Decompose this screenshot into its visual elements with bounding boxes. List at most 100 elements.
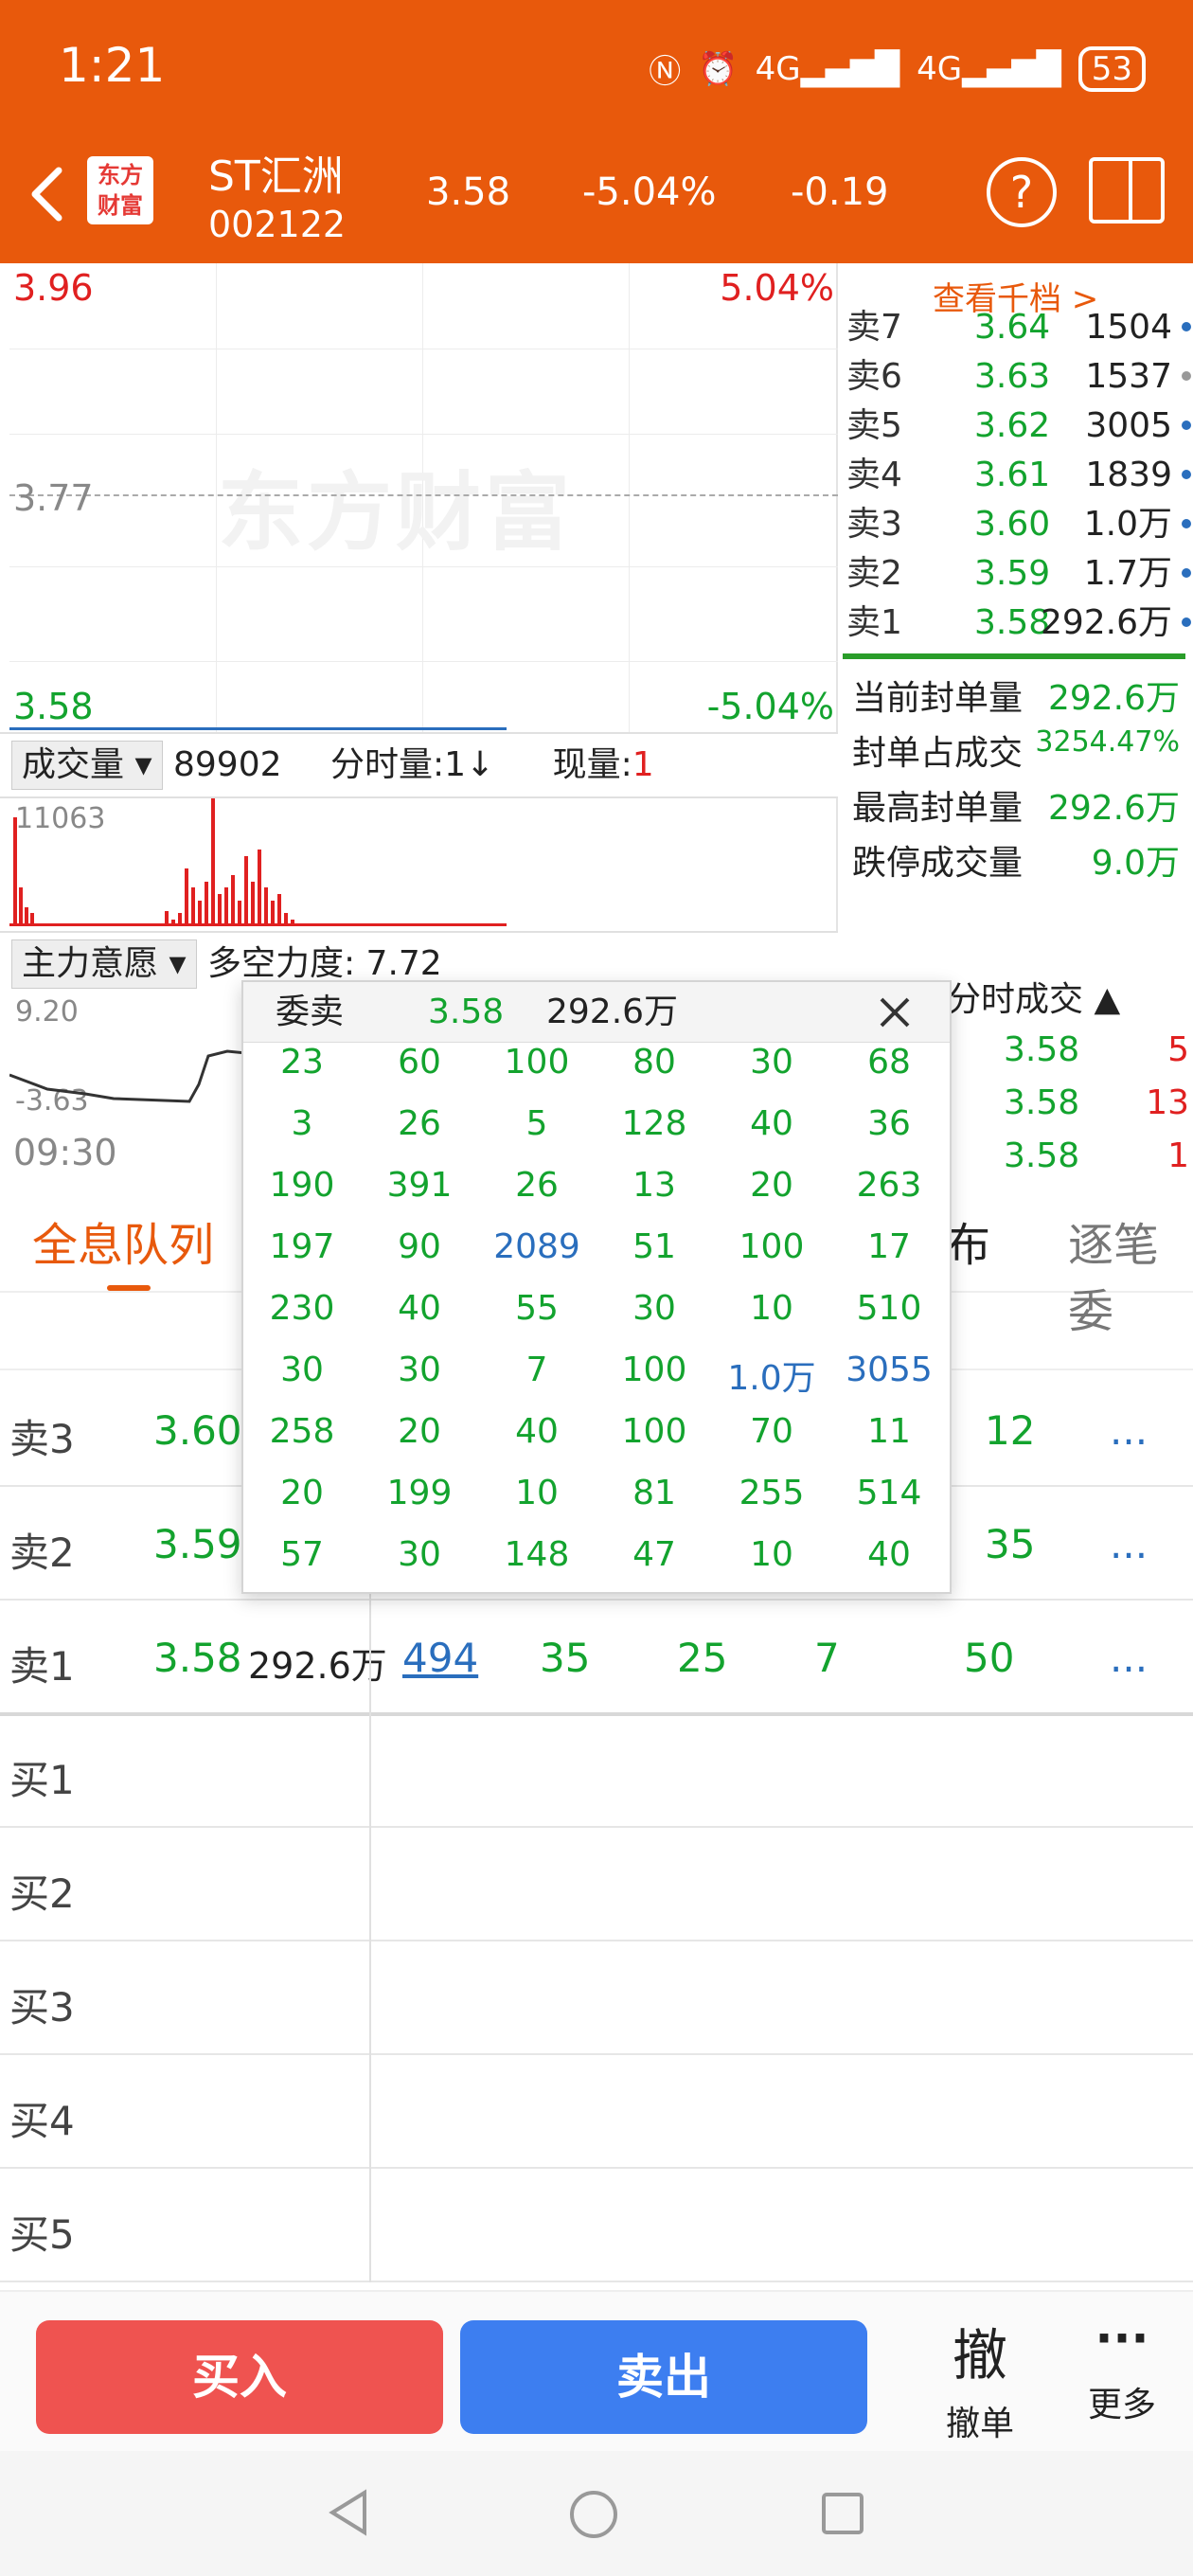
popup-order-size[interactable]: 57: [243, 1535, 361, 1574]
ask-level-row[interactable]: 卖6 3.63 1537: [846, 352, 1191, 402]
fenshi-label[interactable]: 分时量:1↓: [330, 745, 494, 784]
popup-order-size[interactable]: 148: [478, 1535, 596, 1574]
queue-order-size[interactable]: ...: [1110, 1635, 1148, 1681]
queue-bid-row[interactable]: 买2: [0, 1828, 1193, 1941]
queue-bid-row[interactable]: 买4: [0, 2055, 1193, 2169]
cancel-order-button[interactable]: 撤 撤单: [937, 2311, 1023, 2445]
popup-order-size[interactable]: 51: [596, 1227, 713, 1266]
popup-order-size[interactable]: 20: [243, 1474, 361, 1512]
back-arrow-icon[interactable]: [21, 161, 78, 227]
popup-order-size[interactable]: 13: [596, 1166, 713, 1205]
popup-order-size[interactable]: 3: [243, 1104, 361, 1143]
popup-order-size[interactable]: 17: [830, 1227, 948, 1266]
popup-order-size[interactable]: 40: [361, 1289, 478, 1328]
queue-row[interactable]: 卖1 3.58 292.6万 494 35 25 7 50...: [0, 1601, 1193, 1714]
popup-order-size[interactable]: 3055: [830, 1351, 948, 1389]
popup-order-size[interactable]: 391: [361, 1166, 478, 1205]
popup-order-size[interactable]: 40: [830, 1535, 948, 1574]
queue-order-size[interactable]: ...: [1110, 1407, 1148, 1454]
popup-order-size[interactable]: 23: [243, 1043, 361, 1082]
queue-order-size[interactable]: 25: [677, 1635, 727, 1681]
popup-order-size[interactable]: 263: [830, 1166, 948, 1205]
ask-level-row[interactable]: 卖1 3.58 292.6万: [846, 599, 1191, 648]
popup-order-size[interactable]: 510: [830, 1289, 948, 1328]
queue-bid-label: 买2: [9, 1870, 75, 1917]
popup-order-size[interactable]: 55: [478, 1289, 596, 1328]
popup-order-size[interactable]: 128: [596, 1104, 713, 1143]
popup-order-size[interactable]: 100: [478, 1043, 596, 1082]
popup-order-size[interactable]: 1.0万: [713, 1351, 830, 1400]
popup-order-size[interactable]: 80: [596, 1043, 713, 1082]
popup-order-size[interactable]: 20: [713, 1166, 830, 1205]
popup-order-size[interactable]: 26: [478, 1166, 596, 1205]
popup-order-size[interactable]: 10: [478, 1474, 596, 1512]
queue-order-size[interactable]: 35: [540, 1635, 590, 1681]
tab-distribution[interactable]: 布: [945, 1208, 990, 1274]
ask-level-row[interactable]: 卖2 3.59 1.7万: [846, 549, 1191, 599]
popup-order-size[interactable]: 7: [478, 1351, 596, 1389]
popup-order-size[interactable]: 514: [830, 1474, 948, 1512]
queue-bid-row[interactable]: 买5: [0, 2169, 1193, 2282]
ask-level-price: 3.59: [974, 554, 1051, 593]
popup-order-size[interactable]: 5: [478, 1104, 596, 1143]
buy-button[interactable]: 买入: [36, 2320, 443, 2434]
ask-level-row[interactable]: 卖4 3.61 1839: [846, 451, 1191, 500]
popup-order-size[interactable]: 30: [243, 1351, 361, 1389]
stock-name[interactable]: ST汇洲: [208, 142, 344, 203]
popup-order-size[interactable]: 258: [243, 1412, 361, 1451]
popup-order-size[interactable]: 30: [361, 1535, 478, 1574]
prev-close-line: [9, 494, 838, 496]
sell-button[interactable]: 卖出: [460, 2320, 867, 2434]
popup-order-size[interactable]: 30: [713, 1043, 830, 1082]
queue-order-size[interactable]: 12: [985, 1407, 1035, 1454]
status-icons: Ⓝ ⏰ 4G▂▄▆█ 4G▂▄▆█ 53: [649, 45, 1146, 92]
ask-level-row[interactable]: 卖7 3.64 1504: [846, 303, 1191, 352]
more-button[interactable]: ··· 更多: [1079, 2311, 1165, 2426]
popup-order-size[interactable]: 100: [596, 1412, 713, 1451]
popup-order-size[interactable]: 70: [713, 1412, 830, 1451]
popup-order-size[interactable]: 230: [243, 1289, 361, 1328]
popup-order-size[interactable]: 68: [830, 1043, 948, 1082]
popup-order-size[interactable]: 60: [361, 1043, 478, 1082]
popup-order-size[interactable]: 10: [713, 1289, 830, 1328]
ask-level-row[interactable]: 卖3 3.60 1.0万: [846, 500, 1191, 549]
popup-order-size[interactable]: 255: [713, 1474, 830, 1512]
queue-order-size[interactable]: 494: [402, 1635, 478, 1681]
nav-home-icon[interactable]: [568, 2489, 619, 2540]
popup-order-size[interactable]: 81: [596, 1474, 713, 1512]
popup-order-size[interactable]: 30: [596, 1289, 713, 1328]
popup-order-size[interactable]: 10: [713, 1535, 830, 1574]
popup-order-size[interactable]: 20: [361, 1412, 478, 1451]
popup-order-size[interactable]: 11: [830, 1412, 948, 1451]
layout-switch-icon[interactable]: [1089, 157, 1165, 224]
queue-bid-row[interactable]: 买1: [0, 1714, 1193, 1828]
intraday-chart[interactable]: 东方财富 3.96 5.04% 3.77 3.58 -5.04%: [9, 263, 838, 732]
queue-order-size[interactable]: ...: [1110, 1521, 1148, 1567]
popup-order-size[interactable]: 190: [243, 1166, 361, 1205]
fenshi-trades-title[interactable]: 分时成交 ▲: [947, 972, 1120, 1021]
popup-order-size[interactable]: 197: [243, 1227, 361, 1266]
nav-recents-icon[interactable]: [820, 2491, 865, 2536]
indicator-dropdown[interactable]: 主力意愿 ▾: [11, 939, 197, 989]
close-icon[interactable]: [878, 995, 912, 1029]
popup-order-size[interactable]: 40: [478, 1412, 596, 1451]
popup-order-size[interactable]: 40: [713, 1104, 830, 1143]
popup-order-size[interactable]: 26: [361, 1104, 478, 1143]
ask-level-row[interactable]: 卖5 3.62 3005: [846, 402, 1191, 451]
popup-order-size[interactable]: 47: [596, 1535, 713, 1574]
queue-bid-row[interactable]: 买3: [0, 1941, 1193, 2055]
volume-dropdown[interactable]: 成交量 ▾: [11, 741, 163, 790]
popup-order-size[interactable]: 36: [830, 1104, 948, 1143]
popup-order-size[interactable]: 90: [361, 1227, 478, 1266]
popup-order-size[interactable]: 100: [713, 1227, 830, 1266]
queue-order-size[interactable]: 50: [964, 1635, 1014, 1681]
help-icon[interactable]: ?: [987, 157, 1057, 227]
tab-full-queue[interactable]: 全息队列: [32, 1208, 214, 1274]
nav-back-icon[interactable]: [327, 2489, 370, 2536]
queue-order-size[interactable]: 7: [814, 1635, 840, 1681]
popup-order-size[interactable]: 2089: [478, 1227, 596, 1266]
popup-order-size[interactable]: 30: [361, 1351, 478, 1389]
popup-order-size[interactable]: 199: [361, 1474, 478, 1512]
popup-order-size[interactable]: 100: [596, 1351, 713, 1389]
queue-order-size[interactable]: 35: [985, 1521, 1035, 1567]
